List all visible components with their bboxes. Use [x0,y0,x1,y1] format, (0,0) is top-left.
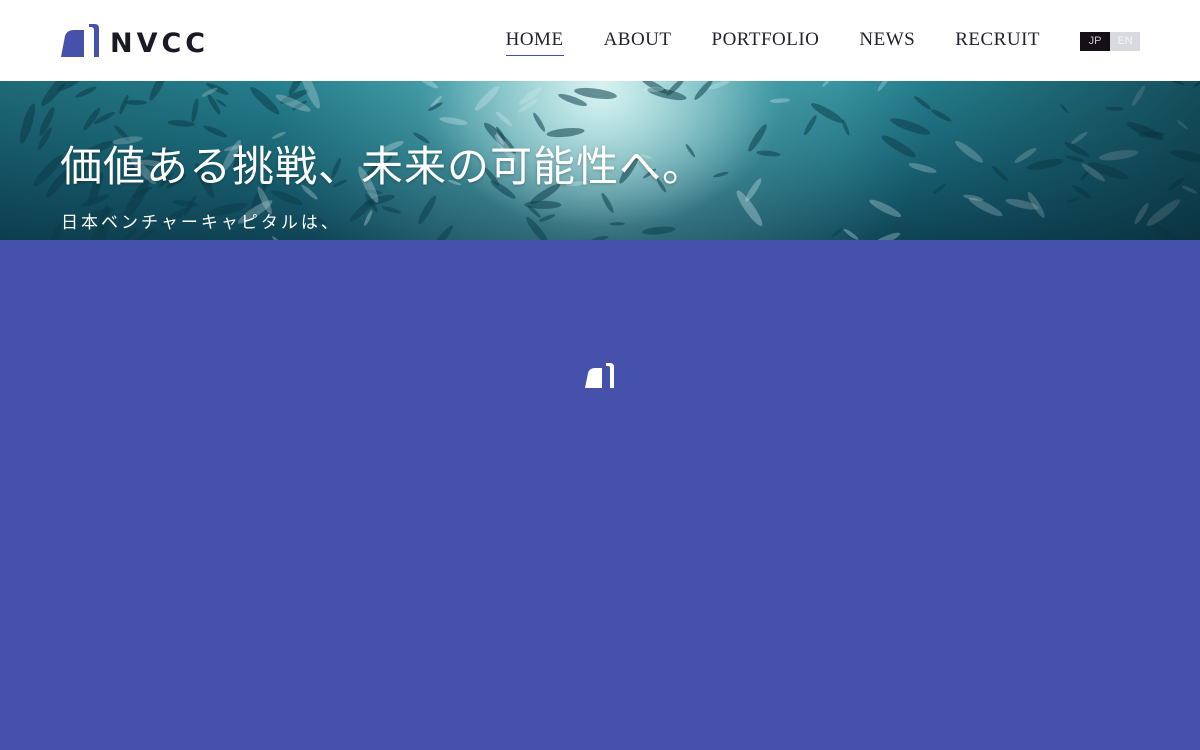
nav-recruit-link[interactable]: RECRUIT [955,29,1040,56]
language-en-button[interactable]: EN [1110,32,1140,51]
nav-about-link[interactable]: ABOUT [604,29,672,56]
language-switcher: JP EN [1080,32,1140,51]
site-header: NVCC HOME ABOUT PORTFOLIO NEWS RECRUIT J… [0,0,1200,81]
loading-overlay [0,240,1200,750]
hero-banner: 価値ある挑戦、未来の可能性へ。 日本ベンチャーキャピタルは、 [0,81,1200,240]
nvcc-arch-mark-icon [585,363,614,388]
main-nav: HOME ABOUT PORTFOLIO NEWS RECRUIT [505,29,1040,56]
hero-subtitle: 日本ベンチャーキャピタルは、 [61,213,341,233]
hero-title: 価値ある挑戦、未来の可能性へ。 [60,142,706,191]
nav-home-link[interactable]: HOME [505,29,564,56]
nvcc-arch-mark-icon [61,24,99,57]
nav-news-link[interactable]: NEWS [859,29,915,56]
language-jp-button[interactable]: JP [1080,32,1110,51]
logo[interactable]: NVCC [60,22,209,59]
nav-portfolio-link[interactable]: PORTFOLIO [712,29,820,56]
brand-name: NVCC [110,28,210,59]
